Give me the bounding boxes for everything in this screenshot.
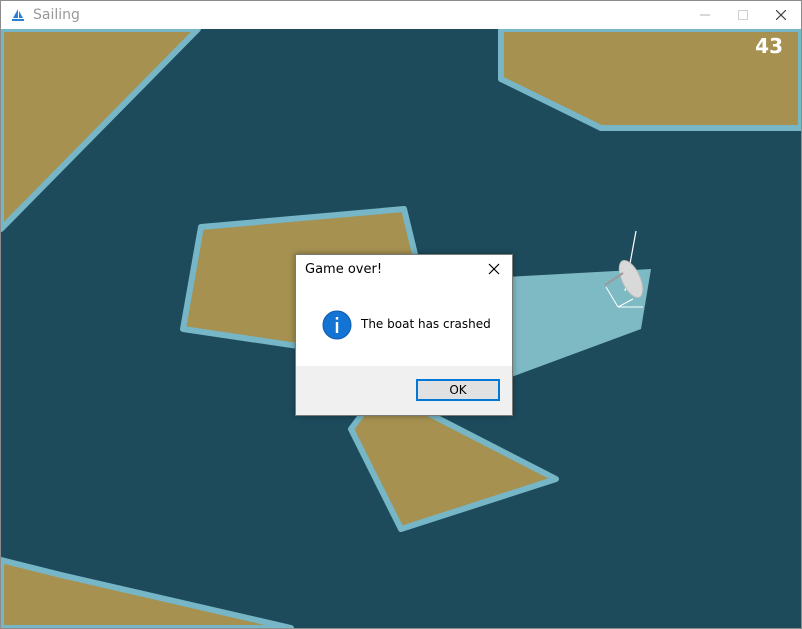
maximize-button[interactable] [723, 1, 763, 29]
dialog-message: The boat has crashed [361, 317, 491, 331]
title-bar[interactable]: Sailing [1, 1, 801, 29]
dialog-footer: OK [296, 366, 512, 415]
maximize-icon [738, 10, 748, 20]
window-title: Sailing [33, 7, 80, 23]
close-icon [776, 10, 786, 20]
game-over-dialog: Game over! The boat has crashed OK [295, 254, 513, 416]
info-icon [322, 310, 352, 340]
app-window: Sailing 43 Game over! The boat has crash… [0, 0, 802, 629]
close-icon[interactable] [486, 261, 502, 277]
sailboat-icon [12, 9, 24, 21]
minimize-icon [700, 14, 710, 16]
score-counter: 43 [755, 34, 783, 58]
island [1, 29, 201, 232]
ok-button[interactable]: OK [416, 379, 500, 401]
dialog-title: Game over! [305, 262, 383, 277]
island [1, 557, 294, 628]
close-button[interactable] [761, 1, 801, 29]
minimize-button[interactable] [685, 1, 725, 29]
